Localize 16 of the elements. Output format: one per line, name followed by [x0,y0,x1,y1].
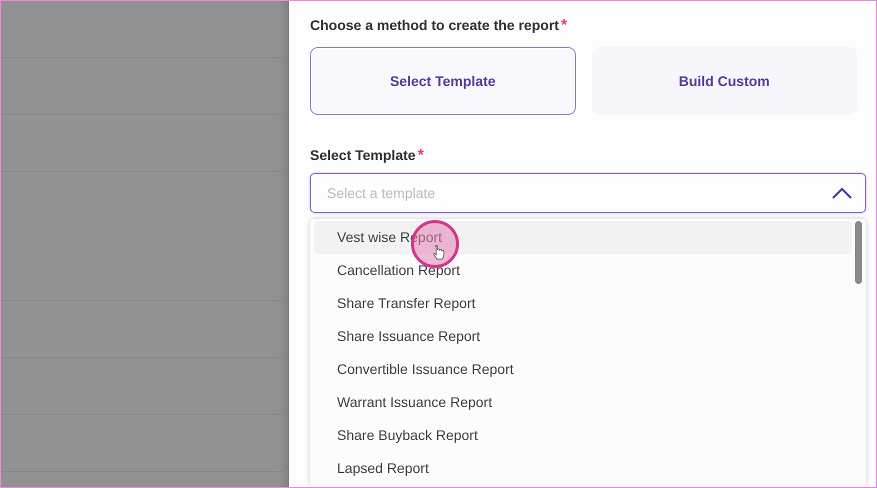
required-mark: * [560,17,568,35]
method-option[interactable]: Build Custom [592,47,857,115]
dropdown-option[interactable]: Lapsed Report [314,452,852,485]
dropdown-option[interactable]: Warrant Issuance Report [314,386,852,419]
method-option[interactable]: Select Template [310,47,576,115]
field-label: Select Template [310,147,416,163]
dropdown-option[interactable]: Convertible Issuance Report [314,353,852,386]
required-mark: * [418,147,424,165]
scrollbar-thumb[interactable] [855,221,862,284]
dropdown-option[interactable]: Share Transfer Report [314,287,852,320]
dropdown-option[interactable]: Cancellation Report [314,254,852,287]
dropdown-option[interactable]: Share Buyback Report [314,419,852,452]
template-select[interactable]: Select a template [310,173,866,213]
dropdown-option[interactable]: Share Issuance Report [314,320,852,353]
field-label: Choose a method to create the report [310,17,559,33]
chevron-up-icon [832,187,852,199]
